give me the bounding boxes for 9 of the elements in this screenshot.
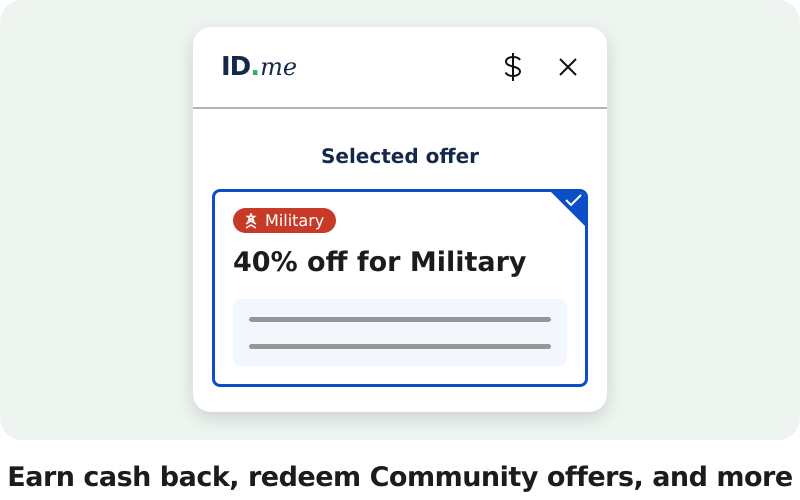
caption: Earn cash back, redeem Community offers, and more	[7, 461, 793, 495]
tag-label: Military	[265, 210, 324, 232]
close-icon[interactable]	[557, 56, 579, 78]
chevron-star-icon	[245, 212, 257, 228]
offer-headline: 40% off for Military	[233, 246, 528, 280]
section-title: Selected offer	[320, 143, 480, 170]
check-corner-icon	[551, 192, 585, 226]
logo: ID.me	[221, 54, 298, 80]
offer-card[interactable]: Military 40% off for Military	[212, 189, 588, 387]
